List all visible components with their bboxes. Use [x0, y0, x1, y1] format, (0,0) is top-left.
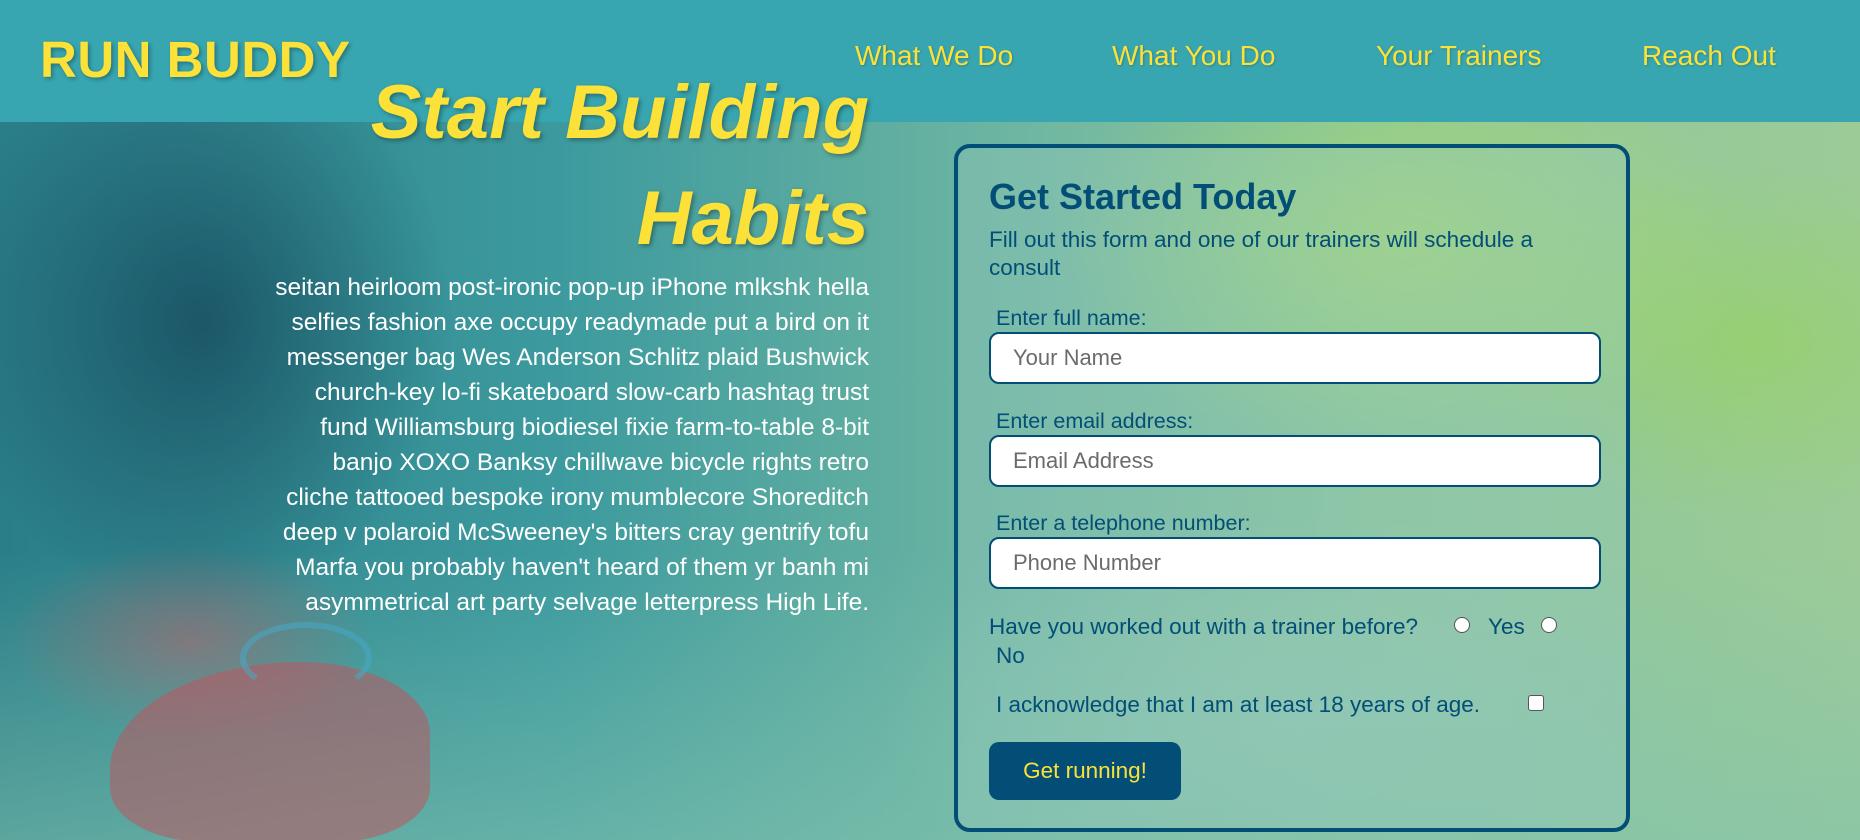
name-label: Enter full name:: [996, 306, 1147, 330]
age-acknowledgement-checkbox[interactable]: [1528, 695, 1544, 711]
trainer-question: Have you worked out with a trainer befor…: [989, 614, 1418, 639]
email-label: Enter email address:: [996, 409, 1194, 433]
radio-no[interactable]: [1541, 617, 1557, 633]
nav-link-your-trainers[interactable]: Your Trainers: [1376, 40, 1542, 72]
form-title: Get Started Today: [989, 176, 1297, 217]
email-input[interactable]: [989, 435, 1601, 487]
phone-input[interactable]: [989, 537, 1601, 589]
hero-title-line2: Habits: [636, 176, 869, 261]
submit-button[interactable]: Get running!: [989, 742, 1181, 800]
age-acknowledgement-label: I acknowledge that I am at least 18 year…: [996, 692, 1481, 717]
name-input[interactable]: [989, 332, 1601, 384]
nav-link-what-you-do[interactable]: What You Do: [1112, 40, 1275, 72]
radio-no-label: No: [996, 643, 1025, 668]
phone-label: Enter a telephone number:: [996, 511, 1251, 535]
hero-title-line1: Start Building: [370, 70, 869, 155]
hero-title: Start Building Habits: [249, 60, 869, 272]
hero-body-text: seitan heirloom post-ironic pop-up iPhon…: [275, 274, 869, 616]
radio-yes[interactable]: [1454, 617, 1470, 633]
radio-yes-label: Yes: [1488, 614, 1525, 639]
hero-background-lace: [240, 622, 372, 694]
nav-link-reach-out[interactable]: Reach Out: [1642, 40, 1776, 72]
form-subtitle: Fill out this form and one of our traine…: [989, 227, 1534, 280]
nav-link-what-we-do[interactable]: What We Do: [855, 40, 1013, 72]
